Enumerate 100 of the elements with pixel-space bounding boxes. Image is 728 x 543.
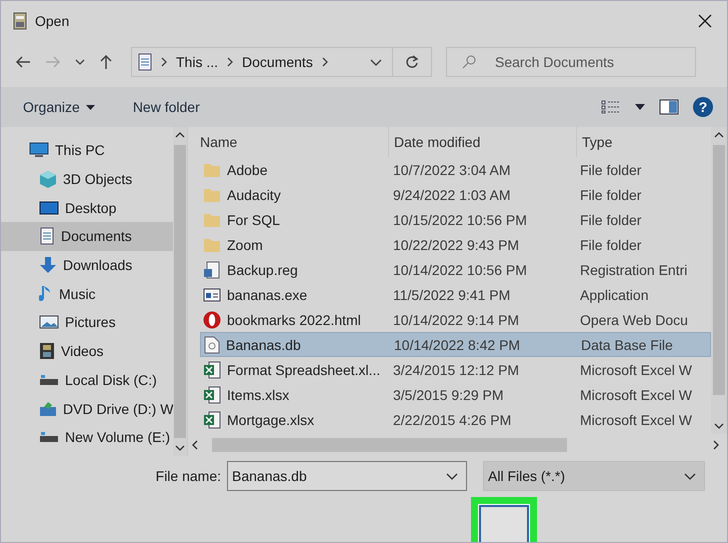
sidebar-item[interactable]: Desktop [1, 193, 174, 222]
file-name: Bananas.db [226, 336, 301, 352]
file-row[interactable]: Mortgage.xlsx 2/22/2015 4:26 PM Microsoft Excel W [200, 407, 711, 432]
sidebar-item[interactable]: DVD Drive (D:) W [1, 394, 174, 423]
scroll-left-icon[interactable] [192, 440, 198, 450]
column-header[interactable]: Date modified [389, 127, 577, 157]
chevron-right-icon [227, 57, 234, 67]
organize-button[interactable]: Organize [11, 95, 107, 119]
chevron-down-icon [684, 472, 696, 480]
spreadsheet-icon [203, 386, 221, 404]
scroll-thumb[interactable] [212, 438, 567, 452]
open-button[interactable] [479, 505, 529, 542]
chevron-down-icon[interactable] [75, 59, 85, 65]
sidebar-item[interactable]: Music [1, 279, 174, 308]
scroll-right-icon[interactable] [713, 440, 719, 450]
drive-icon [39, 374, 59, 386]
refresh-button[interactable] [392, 47, 432, 77]
type-cell-text: Application [579, 286, 650, 302]
file-row[interactable]: Format Spreadsheet.xl... 3/24/2015 12:12 PM Microsoft Excel W [200, 357, 711, 382]
date-cell-text: 10/7/2022 3:04 AM [392, 162, 512, 178]
scroll-up-icon[interactable] [175, 132, 186, 138]
file-name: bananas.exe [227, 286, 308, 302]
caret-icon [86, 104, 95, 110]
file-row[interactable]: For SQL 10/15/2022 10:56 PM File folder [200, 207, 711, 232]
sidebar-item[interactable]: New Volume (E:) [1, 422, 174, 452]
up-arrow-icon[interactable] [99, 54, 113, 70]
file-name: Items.xlsx [227, 386, 290, 402]
spreadsheet-icon [203, 410, 221, 428]
file-icon [204, 336, 220, 354]
scroll-down-icon[interactable] [175, 445, 186, 451]
file-name-field[interactable]: Bananas.db [227, 461, 467, 491]
scroll-thumb[interactable] [713, 145, 725, 395]
scrollbar[interactable] [711, 127, 727, 434]
picture-icon [39, 315, 59, 330]
file-row[interactable]: Bananas.db 10/14/2022 8:42 PM Data Base File [200, 332, 711, 357]
file-name: bookmarks 2022.html [227, 312, 361, 328]
sidebar-item[interactable]: Videos [1, 336, 174, 366]
date-cell-text: 11/5/2022 9:41 PM [392, 286, 512, 302]
desktop-icon [39, 200, 59, 215]
type-cell-text: File folder [579, 186, 642, 202]
close-icon[interactable] [697, 13, 713, 29]
document-icon [138, 53, 152, 71]
folder-icon [203, 236, 221, 252]
film-strip-icon [39, 342, 55, 360]
file-row[interactable]: bananas.exe 11/5/2022 9:41 PM Application [200, 282, 711, 307]
sidebar-item[interactable]: Downloads [1, 250, 174, 280]
type-cell-text: Registration Entri [579, 262, 688, 278]
preview-pane-icon[interactable] [659, 99, 679, 115]
chevron-down-icon[interactable] [446, 473, 458, 480]
file-row[interactable]: Audacity 9/24/2022 1:03 AM File folder [200, 182, 711, 207]
sidebar-item[interactable]: Documents [1, 222, 174, 251]
application-icon [203, 286, 221, 302]
refresh-icon [405, 55, 419, 69]
file-row[interactable]: Items.xlsx 3/5/2015 9:29 PM Microsoft Excel W [200, 382, 711, 407]
file-name-label: File name: [154, 468, 222, 484]
scroll-down-icon[interactable] [714, 423, 724, 429]
date-cell-text: 3/5/2015 9:29 PM [392, 386, 505, 402]
sidebar-item[interactable]: Pictures [1, 308, 174, 337]
column-header[interactable]: Name [200, 127, 389, 157]
date-cell-text: 10/14/2022 9:14 PM [392, 312, 520, 328]
scroll-up-icon[interactable] [714, 132, 724, 138]
view-list-icon[interactable] [601, 100, 621, 114]
chevron-down-icon[interactable] [370, 58, 382, 66]
address-bar[interactable]: This ... Documents [131, 47, 393, 77]
cube-icon [39, 170, 57, 188]
file-type-dropdown[interactable]: All Files (*.*) [483, 461, 705, 491]
sidebar-item[interactable]: Local Disk (C:) [1, 366, 174, 394]
file-name: Audacity [227, 186, 281, 202]
breadcrumb-item[interactable]: This ... [176, 54, 218, 70]
help-button[interactable]: ? [693, 97, 713, 117]
caret-icon[interactable] [635, 104, 645, 110]
type-cell-text: Microsoft Excel W [579, 412, 694, 428]
date-cell-text: 9/24/2022 1:03 AM [392, 186, 512, 202]
file-name: Mortgage.xlsx [227, 412, 314, 428]
file-row[interactable]: bookmarks 2022.html 10/14/2022 9:14 PM Opera Web Docu [200, 307, 711, 332]
breadcrumb-item[interactable]: Documents [242, 54, 313, 70]
file-name: For SQL [227, 212, 280, 228]
search-field[interactable]: Search Documents [446, 47, 696, 77]
file-row[interactable]: Zoom 10/22/2022 9:43 PM File folder [200, 232, 711, 257]
chevron-right-icon [322, 57, 328, 67]
back-arrow-icon[interactable] [15, 55, 31, 69]
window-title: Open [35, 13, 70, 29]
document-icon [39, 227, 55, 246]
down-arrow-icon [39, 256, 57, 274]
type-cell-text: File folder [579, 162, 642, 178]
type-cell-text: Microsoft Excel W [579, 362, 694, 378]
file-name: Adobe [227, 162, 268, 178]
scroll-thumb[interactable] [174, 145, 186, 438]
file-name: Format Spreadsheet.xl... [227, 362, 380, 378]
sidebar-item[interactable]: This PC [1, 136, 174, 165]
folder-icon [203, 212, 221, 228]
column-header[interactable]: Type [577, 127, 711, 157]
file-row[interactable]: Adobe 10/7/2022 3:04 AM File folder [200, 157, 711, 182]
file-row[interactable]: Backup.reg 10/14/2022 10:56 PM Registration Entri [200, 257, 711, 282]
chevron-right-icon [161, 57, 167, 67]
type-cell-text: Opera Web Docu [579, 312, 689, 328]
sidebar-item[interactable]: 3D Objects [1, 164, 174, 194]
date-cell-text: 10/22/2022 9:43 PM [392, 236, 520, 252]
new-folder-button[interactable]: New folder [120, 95, 212, 119]
scrollbar[interactable] [173, 127, 187, 456]
